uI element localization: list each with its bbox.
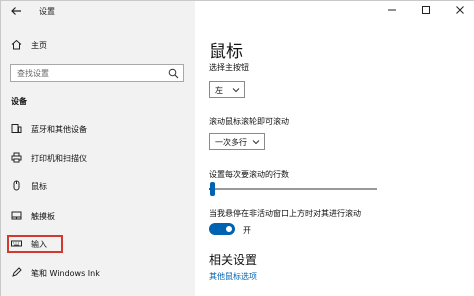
slider-track — [209, 188, 377, 190]
pen-icon — [11, 267, 22, 278]
sidebar-item-pen[interactable]: 笔和 Windows Ink — [1, 263, 195, 283]
lines-to-scroll-slider[interactable] — [209, 182, 377, 196]
bluetooth-devices-icon — [11, 123, 22, 134]
slider-thumb[interactable] — [210, 182, 215, 196]
sidebar-item-label: 蓝牙和其他设备 — [31, 125, 87, 134]
settings-window: 设置 主页 查找设置 设备 蓝牙和其他设备 打印机和扫描仪 鼠标 触摸板 输入 … — [0, 0, 474, 296]
sidebar-item-bluetooth[interactable]: 蓝牙和其他设备 — [1, 119, 195, 139]
window-controls — [375, 1, 474, 21]
search-input[interactable]: 查找设置 — [10, 64, 184, 82]
scroll-action-label: 滚动鼠标滚轮即可滚动 — [209, 117, 289, 126]
sidebar-item-label: 笔和 Windows Ink — [31, 269, 100, 278]
scroll-action-value: 一次多行 — [215, 138, 247, 147]
primary-button-value: 左 — [215, 86, 223, 95]
lines-to-scroll-label: 设置每次要滚动的行数 — [209, 170, 289, 179]
additional-mouse-options-link[interactable]: 其他鼠标选项 — [209, 271, 257, 282]
chevron-down-icon — [252, 138, 260, 146]
highlight-annotation — [7, 235, 63, 253]
close-icon[interactable] — [453, 3, 467, 17]
sidebar-item-label: 主页 — [31, 41, 47, 50]
minimize-icon[interactable] — [385, 3, 399, 17]
chevron-down-icon — [232, 86, 240, 94]
inactive-scroll-toggle[interactable] — [209, 223, 235, 235]
maximize-icon[interactable] — [419, 3, 433, 17]
related-settings-title: 相关设置 — [209, 253, 258, 267]
toggle-state-text: 开 — [243, 226, 251, 235]
sidebar-item-touchpad[interactable]: 触摸板 — [1, 206, 195, 226]
sidebar: 设置 主页 查找设置 设备 蓝牙和其他设备 打印机和扫描仪 鼠标 触摸板 输入 … — [1, 1, 195, 296]
back-arrow-icon[interactable] — [9, 4, 23, 18]
title-bar: 设置 — [1, 1, 195, 23]
printer-icon — [11, 152, 22, 163]
inactive-scroll-label: 当我悬停在非活动窗口上方时对其进行滚动 — [209, 209, 361, 218]
sidebar-item-printers[interactable]: 打印机和扫描仪 — [1, 148, 195, 168]
sidebar-item-label: 打印机和扫描仪 — [31, 154, 87, 163]
search-icon[interactable] — [168, 68, 179, 79]
sidebar-item-label: 鼠标 — [31, 182, 47, 191]
sidebar-item-mouse[interactable]: 鼠标 — [1, 176, 195, 196]
home-icon — [11, 39, 22, 50]
primary-button-label: 选择主按钮 — [209, 63, 249, 72]
toggle-knob — [226, 226, 232, 232]
sidebar-item-label: 触摸板 — [31, 212, 55, 221]
search-placeholder: 查找设置 — [17, 69, 49, 78]
page-title: 鼠标 — [209, 42, 243, 62]
touchpad-icon — [11, 210, 22, 221]
scroll-action-select[interactable]: 一次多行 — [209, 133, 265, 150]
app-title: 设置 — [39, 7, 55, 16]
mouse-icon — [11, 180, 22, 191]
section-title: 设备 — [11, 97, 27, 106]
sidebar-item-home[interactable]: 主页 — [1, 35, 195, 55]
primary-button-select[interactable]: 左 — [209, 81, 245, 98]
main-pane: 鼠标 选择主按钮 左 滚动鼠标滚轮即可滚动 一次多行 设置每次要滚动的行数 当我… — [195, 1, 474, 296]
